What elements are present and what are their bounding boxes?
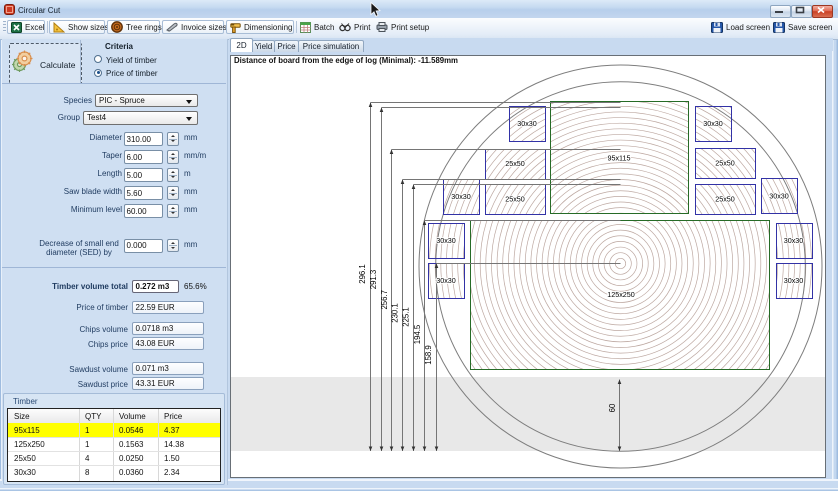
svg-text:125x250: 125x250 — [607, 290, 635, 299]
svg-text:256.7: 256.7 — [380, 290, 389, 310]
svg-text:30x30: 30x30 — [436, 276, 456, 285]
svg-text:30x30: 30x30 — [784, 276, 804, 285]
svg-text:30x30: 30x30 — [436, 236, 456, 245]
svg-text:30x30: 30x30 — [703, 119, 723, 128]
svg-text:194.5: 194.5 — [413, 324, 422, 344]
svg-text:25x50: 25x50 — [715, 195, 735, 204]
svg-text:225.1: 225.1 — [401, 307, 410, 327]
svg-text:230.1: 230.1 — [391, 303, 400, 323]
svg-text:291.3: 291.3 — [369, 270, 378, 290]
svg-text:60: 60 — [608, 403, 617, 412]
svg-text:25x50: 25x50 — [505, 159, 525, 168]
svg-text:95x115: 95x115 — [607, 154, 630, 163]
svg-text:158.9: 158.9 — [424, 345, 433, 365]
svg-text:30x30: 30x30 — [451, 192, 471, 201]
svg-text:296.1: 296.1 — [358, 264, 367, 284]
svg-text:30x30: 30x30 — [517, 119, 537, 128]
svg-text:30x30: 30x30 — [769, 192, 789, 201]
svg-text:25x50: 25x50 — [715, 159, 735, 168]
svg-text:30x30: 30x30 — [784, 236, 804, 245]
svg-text:25x50: 25x50 — [505, 195, 525, 204]
